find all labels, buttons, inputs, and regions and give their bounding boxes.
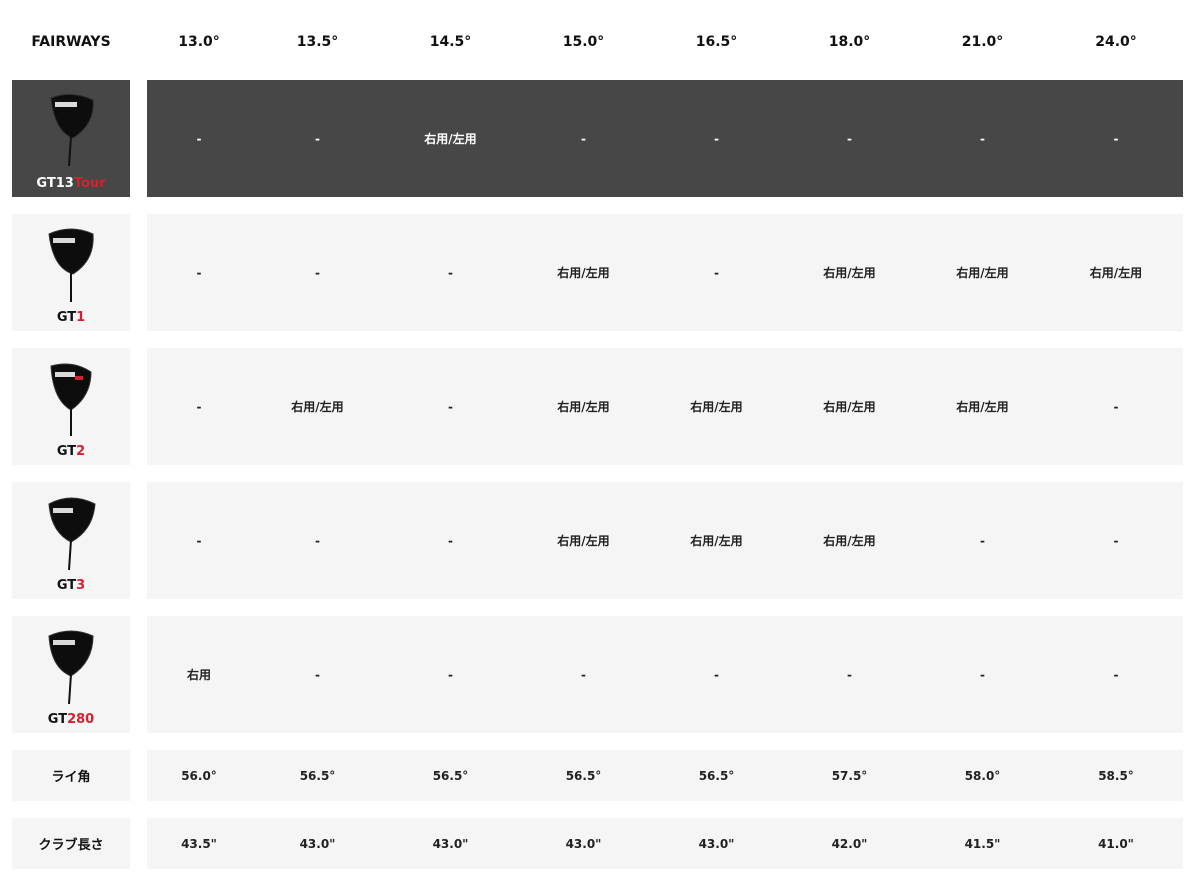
lie-angle-value: 56.0° <box>181 768 217 783</box>
table-row: - 右用/左用 - 右用/左用 右用/左用 右用/左用 右用/左用 - <box>147 348 1183 465</box>
model-name: GT13Tour <box>36 176 106 191</box>
lie-angle-value: 58.5° <box>1098 768 1134 783</box>
club-length-value: 43.0" <box>432 836 469 851</box>
club-length-value: 42.0" <box>831 836 868 851</box>
loft-header: 13.5° <box>296 34 339 50</box>
hand-availability: 右用/左用 <box>557 266 610 280</box>
club-length-value: 43.5" <box>181 836 217 851</box>
hand-availability: - <box>581 667 586 682</box>
hand-availability: - <box>714 131 719 146</box>
hand-availability: 右用/左用 <box>956 400 1009 414</box>
hand-availability: - <box>315 533 320 548</box>
table-row: 43.5" 43.0" 43.0" 43.0" 43.0" 42.0" 41.5… <box>147 818 1183 869</box>
hand-availability: 右用/左用 <box>424 132 477 146</box>
hand-availability: - <box>448 667 453 682</box>
model-name: GT3 <box>56 578 86 593</box>
hand-availability: - <box>1113 131 1119 146</box>
table-header-label: FAIRWAYS <box>31 34 111 50</box>
hand-availability: - <box>581 131 586 146</box>
model-cell-gt3[interactable]: GT3 <box>12 482 130 599</box>
hand-availability: - <box>980 131 985 146</box>
table-row: - - - 右用/左用 右用/左用 右用/左用 - - <box>147 482 1183 599</box>
hand-availability: - <box>196 265 202 280</box>
hand-availability: 右用/左用 <box>956 266 1009 280</box>
model-name: GT1 <box>56 310 86 325</box>
hand-availability: - <box>847 667 852 682</box>
loft-header: 24.0° <box>1095 34 1137 50</box>
fairway-wood-club-image <box>12 88 130 168</box>
hand-availability: - <box>315 131 320 146</box>
lie-angle-value: 58.0° <box>964 768 1001 783</box>
hand-availability: - <box>980 667 985 682</box>
model-name: GT280 <box>47 712 95 727</box>
lie-angle-value: 56.5° <box>432 768 469 783</box>
hand-availability: 右用/左用 <box>690 400 743 414</box>
hand-availability: 右用/左用 <box>291 400 344 414</box>
hand-availability: - <box>196 533 202 548</box>
club-length-value: 43.0" <box>565 836 602 851</box>
hand-availability: 右用 <box>186 668 211 682</box>
club-length-value: 41.0" <box>1098 836 1134 851</box>
table-row: 右用 - - - - - - - <box>147 616 1183 733</box>
hand-availability: - <box>714 667 719 682</box>
hand-availability: - <box>448 533 453 548</box>
model-name: GT2 <box>56 444 86 459</box>
fairway-wood-club-image <box>12 490 130 572</box>
club-length-value: 43.0" <box>698 836 735 851</box>
hand-availability: - <box>1113 667 1119 682</box>
hand-availability: - <box>196 131 202 146</box>
table-row: - - 右用/左用 - - - - - <box>147 80 1183 197</box>
hand-availability: 右用/左用 <box>823 400 876 414</box>
lie-angle-value: 57.5° <box>831 768 868 783</box>
hand-availability: - <box>980 533 985 548</box>
loft-header: 13.0° <box>178 34 220 50</box>
hand-availability: - <box>714 265 719 280</box>
club-length-label-cell: クラブ長さ <box>12 818 130 869</box>
model-cell-gt1[interactable]: GT1 <box>12 214 130 331</box>
model-cell-gt13-tour[interactable]: GT13Tour <box>12 80 130 197</box>
loft-header: 15.0° <box>562 34 605 50</box>
hand-availability: 右用/左用 <box>823 266 876 280</box>
model-cell-gt2[interactable]: GT2 <box>12 348 130 465</box>
hand-availability: - <box>315 265 320 280</box>
hand-availability: - <box>847 131 852 146</box>
fairway-wood-club-image <box>12 356 130 438</box>
hand-availability: - <box>448 265 453 280</box>
hand-availability: 右用/左用 <box>557 534 610 548</box>
lie-angle-value: 56.5° <box>299 768 336 783</box>
table-row: - - - 右用/左用 - 右用/左用 右用/左用 右用/左用 <box>147 214 1183 331</box>
lie-angle-value: 56.5° <box>698 768 735 783</box>
hand-availability: - <box>448 399 453 414</box>
hand-availability: 右用/左用 <box>1089 266 1143 280</box>
hand-availability: - <box>315 667 320 682</box>
loft-header: 14.5° <box>429 34 472 50</box>
hand-availability: 右用/左用 <box>823 534 876 548</box>
hand-availability: - <box>1113 399 1119 414</box>
table-row: 56.0° 56.5° 56.5° 56.5° 56.5° 57.5° 58.0… <box>147 750 1183 801</box>
hand-availability: 右用/左用 <box>557 400 610 414</box>
loft-header: 16.5° <box>695 34 738 50</box>
hand-availability: - <box>196 399 202 414</box>
lie-angle-label: ライ角 <box>51 770 91 785</box>
loft-header: 21.0° <box>961 34 1004 50</box>
fairway-wood-club-image <box>12 624 130 706</box>
hand-availability: - <box>1113 533 1119 548</box>
lie-angle-label-cell: ライ角 <box>12 750 130 801</box>
fairway-wood-club-image <box>12 222 130 304</box>
loft-header: 18.0° <box>828 34 871 50</box>
model-cell-gt280[interactable]: GT280 <box>12 616 130 733</box>
lie-angle-value: 56.5° <box>565 768 602 783</box>
club-length-value: 41.5" <box>964 836 1001 851</box>
hand-availability: 右用/左用 <box>690 534 743 548</box>
club-length-label: クラブ長さ <box>38 838 104 853</box>
club-length-value: 43.0" <box>299 836 336 851</box>
